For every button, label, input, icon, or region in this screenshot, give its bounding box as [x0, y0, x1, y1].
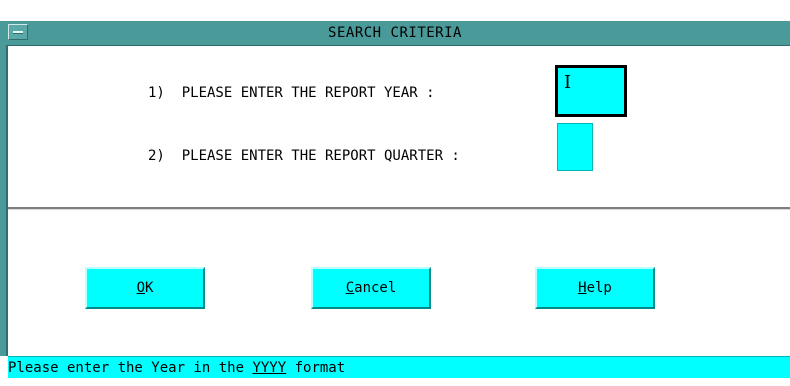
- report-quarter-label: 2) PLEASE ENTER THE REPORT QUARTER :: [148, 148, 460, 164]
- status-text-format: YYYY: [252, 360, 287, 376]
- cancel-button[interactable]: Cancel: [311, 267, 431, 309]
- text-cursor-icon: I: [564, 72, 572, 93]
- status-text-start: Please enter the Year in the: [8, 360, 253, 376]
- report-year-label: 1) PLEASE ENTER THE REPORT YEAR :: [148, 85, 435, 101]
- search-criteria-window: SEARCH CRITERIA 1) PLEASE ENTER THE REPO…: [0, 0, 790, 386]
- status-text-end: format: [286, 360, 346, 376]
- help-button[interactable]: Help: [535, 267, 655, 309]
- help-label-rest: elp: [586, 280, 612, 296]
- separator: [8, 207, 790, 210]
- window-title: SEARCH CRITERIA: [328, 25, 462, 41]
- report-quarter-input[interactable]: [557, 123, 593, 171]
- ok-mnemonic: O: [136, 280, 145, 296]
- ok-button[interactable]: OK: [85, 267, 205, 309]
- window-left-border: [0, 45, 8, 356]
- ok-label-rest: K: [145, 280, 154, 296]
- status-bar: Please enter the Year in the YYYY format: [8, 356, 790, 379]
- report-year-input[interactable]: I: [555, 65, 627, 117]
- window-bottom-strip: [0, 378, 790, 386]
- help-mnemonic: H: [578, 280, 587, 296]
- title-bar[interactable]: SEARCH CRITERIA: [0, 21, 790, 46]
- cancel-label-rest: ancel: [354, 280, 397, 296]
- cancel-mnemonic: C: [345, 280, 355, 296]
